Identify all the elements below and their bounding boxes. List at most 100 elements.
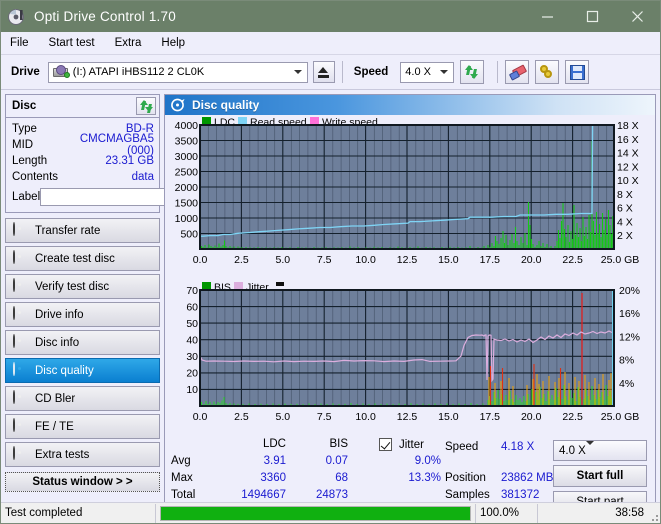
stats-avg-jitter: 9.0% (414, 455, 441, 467)
svg-text:8%: 8% (619, 355, 634, 367)
sidebar-item-create-test-disc[interactable]: Create test disc (5, 246, 160, 271)
sidebar-item-disc-info[interactable]: Disc info (5, 330, 160, 355)
speed-select-value: 4.0 X (405, 66, 431, 78)
minimize-button[interactable] (525, 1, 570, 32)
window-title: Opti Drive Control 1.70 (34, 9, 176, 24)
sidebar-item-cd-bler[interactable]: CD Bler (5, 386, 160, 411)
eject-button[interactable] (312, 61, 335, 83)
stats-row-max-label: Max (171, 472, 193, 484)
svg-text:14 X: 14 X (617, 148, 639, 160)
svg-text:20%: 20% (619, 285, 640, 297)
sidebar-item-label: Disc info (35, 336, 80, 349)
settings-button[interactable] (535, 60, 560, 84)
sidebar-item-transfer-rate[interactable]: Transfer rate (5, 218, 160, 243)
svg-text:18 X: 18 X (617, 120, 639, 132)
disc-panel-title: Disc (12, 100, 37, 112)
chevron-down-icon (585, 440, 594, 457)
disc-mid-label: MID (12, 139, 34, 151)
chevron-down-icon (435, 63, 453, 82)
svg-text:1500: 1500 (175, 198, 199, 210)
close-button[interactable] (615, 1, 660, 32)
disc-panel-header: Disc (6, 95, 159, 118)
ldc-chart-svg: LDC Read speed Write speed 4000350030002… (175, 117, 639, 266)
erase-button[interactable] (505, 60, 530, 84)
menu-extra[interactable]: Extra (115, 35, 152, 51)
refresh-drive-button[interactable] (460, 60, 485, 84)
samples-label: Samples (445, 489, 490, 501)
progress-container (156, 503, 476, 523)
toolbar-divider-2 (497, 61, 499, 83)
chevron-down-icon (289, 63, 307, 82)
toolbar-divider-1 (341, 61, 343, 83)
sidebar-item-label: Disc quality (35, 364, 94, 377)
save-button[interactable] (565, 60, 590, 84)
disc-contents-label: Contents (12, 171, 59, 183)
sidebar-item-label: Extra tests (35, 448, 90, 461)
stats-panel: Avg Max Total LDC BIS 3.91 0.07 3360 68 … (165, 434, 655, 513)
refresh-icon (465, 65, 479, 79)
menu-start-test[interactable]: Start test (49, 35, 105, 51)
refresh-icon (140, 100, 153, 113)
app-icon (8, 8, 26, 26)
stats-avg-ldc: 3.91 (263, 455, 286, 467)
status-window-button[interactable]: Status window > > (5, 472, 160, 492)
disc-row-label: Label (12, 186, 210, 208)
disc-row-contents: Contents data (12, 169, 154, 185)
svg-text:7.5: 7.5 (317, 254, 332, 266)
speed-select[interactable]: 4.0 X (400, 61, 455, 83)
svg-text:12.5: 12.5 (397, 411, 418, 423)
disc-icon (12, 277, 28, 295)
menu-file[interactable]: File (10, 35, 39, 51)
svg-text:4 X: 4 X (617, 216, 633, 228)
jitter-checkbox[interactable] (379, 438, 392, 451)
svg-text:30: 30 (186, 351, 198, 363)
svg-text:16 X: 16 X (617, 134, 639, 146)
svg-text:3000: 3000 (175, 151, 199, 163)
menu-help[interactable]: Help (161, 35, 195, 51)
svg-text:0.0: 0.0 (193, 411, 208, 423)
panel-title: Disc quality (192, 98, 260, 112)
main-body: Disc Type BD-R MID CMCMAGBA5 (000) Lengt… (1, 90, 660, 513)
sidebar-item-extra-tests[interactable]: Extra tests (5, 442, 160, 467)
svg-text:2000: 2000 (175, 182, 199, 194)
disc-icon (12, 305, 28, 323)
drive-select-value: (I:) ATAPI iHBS112 2 CL0K (72, 66, 205, 78)
svg-text:10.0: 10.0 (355, 254, 376, 266)
disc-mid-value: CMCMAGBA5 (000) (79, 133, 154, 157)
sidebar-item-label: Create test disc (35, 252, 115, 265)
status-bar: Test completed 100.0% 38:58 (1, 502, 660, 523)
disc-properties: Type BD-R MID CMCMAGBA5 (000) Length 23.… (6, 118, 210, 212)
drive-toolbar: Drive (I:) ATAPI iHBS112 2 CL0K Speed 4.… (1, 55, 660, 90)
sidebar-item-drive-info[interactable]: Drive info (5, 302, 160, 327)
start-full-button[interactable]: Start full (553, 465, 647, 487)
stats-avg-bis: 0.07 (325, 455, 348, 467)
stats-col-ldc-header: LDC (262, 438, 286, 450)
svg-text:17.5: 17.5 (480, 254, 501, 266)
disc-refresh-button[interactable] (136, 97, 156, 115)
disc-icon (12, 361, 28, 379)
svg-text:22.5: 22.5 (562, 254, 583, 266)
sidebar-item-label: CD Bler (35, 392, 76, 405)
svg-text:5.0: 5.0 (275, 411, 290, 423)
drive-label: Drive (11, 66, 40, 78)
window-controls (525, 1, 660, 32)
maximize-button[interactable] (570, 1, 615, 32)
sidebar-item-disc-quality[interactable]: Disc quality (5, 358, 160, 383)
svg-text:8 X: 8 X (617, 189, 633, 201)
svg-text:12.5: 12.5 (397, 254, 418, 266)
svg-text:4%: 4% (619, 378, 634, 390)
panel-header: Disc quality (165, 95, 655, 115)
sidebar: Disc Type BD-R MID CMCMAGBA5 (000) Lengt… (5, 94, 210, 492)
test-speed-select[interactable]: 4.0 X (553, 440, 647, 461)
sidebar-item-fe-te[interactable]: FE / TE (5, 414, 160, 439)
sidebar-item-verify-test-disc[interactable]: Verify test disc (5, 274, 160, 299)
ldc-read-speed-chart: LDC Read speed Write speed 4000 3500 300… (168, 117, 652, 279)
svg-text:2.5: 2.5 (234, 254, 249, 266)
svg-text:12%: 12% (619, 331, 640, 343)
svg-text:16%: 16% (619, 308, 640, 320)
svg-text:60: 60 (186, 302, 198, 314)
drive-select[interactable]: (I:) ATAPI iHBS112 2 CL0K (47, 61, 308, 83)
resize-grip-icon[interactable] (648, 511, 658, 521)
stats-total-bis: 24873 (316, 489, 348, 501)
svg-text:10: 10 (186, 384, 198, 396)
